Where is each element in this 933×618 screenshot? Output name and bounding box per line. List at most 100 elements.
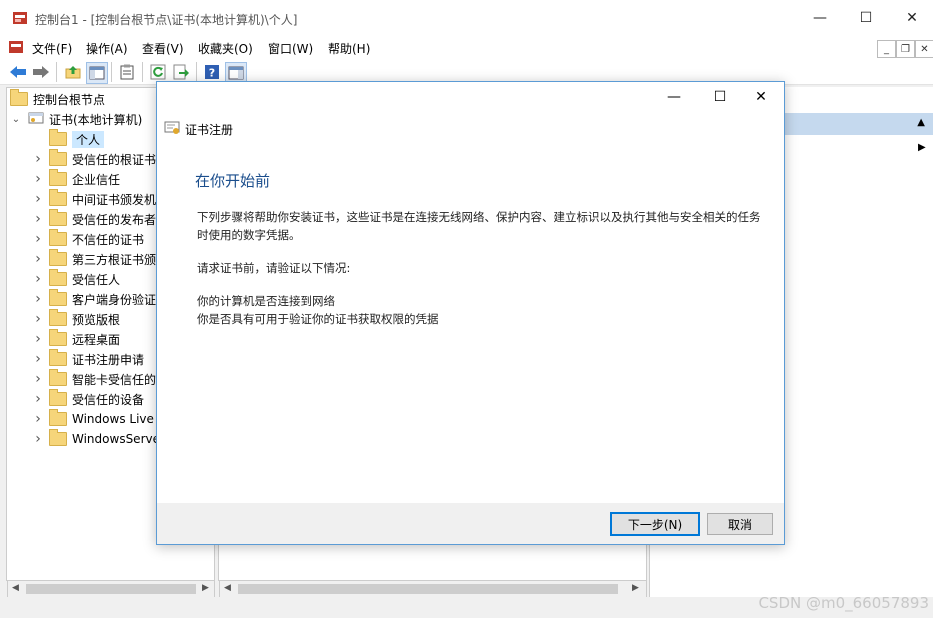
cancel-button[interactable]: 取消: [707, 513, 773, 535]
mdi-close-button[interactable]: ✕: [915, 40, 933, 58]
tree-node[interactable]: › 预览版根: [32, 309, 168, 329]
dialog-title: 证书注册: [185, 123, 234, 137]
dialog-close-button[interactable]: ✕: [741, 84, 781, 110]
certificate-store-icon: [28, 111, 44, 128]
tree-node-label: 个人: [72, 130, 105, 148]
toolbar-separator: [56, 62, 57, 82]
properties-button[interactable]: [117, 62, 137, 82]
prerequisite-credentials: 你是否具有可用于验证你的证书获取权限的凭据: [197, 312, 439, 326]
tree-node[interactable]: › 客户端身份验证颁: [32, 289, 168, 309]
scroll-right-icon[interactable]: ▶: [632, 583, 639, 593]
expand-right-icon[interactable]: ▶: [918, 142, 926, 153]
chevron-right-icon[interactable]: ›: [32, 231, 44, 247]
tree-node-label: 客户端身份验证颁: [72, 292, 169, 307]
toolbar-separator: [111, 62, 112, 82]
tree-node[interactable]: 个人: [32, 129, 168, 149]
tree-node[interactable]: › 证书注册申请: [32, 349, 168, 369]
tree-node-label: 受信任人: [72, 272, 121, 287]
tree-node[interactable]: › 不信任的证书: [32, 229, 168, 249]
show-hide-action-pane-icon: [228, 66, 244, 80]
folder-icon: [49, 149, 67, 166]
dialog-maximize-button[interactable]: ☐: [697, 84, 743, 110]
help-button[interactable]: ?: [202, 62, 222, 82]
minimize-icon: _: [884, 43, 889, 55]
menu-file[interactable]: 文件(F): [32, 40, 72, 57]
forward-button[interactable]: [31, 62, 51, 82]
chevron-right-icon[interactable]: ›: [32, 391, 44, 407]
tree-node-label: 不信任的证书: [72, 232, 145, 247]
close-icon: ✕: [920, 43, 929, 55]
tree-node[interactable]: › 中间证书颁发机构: [32, 189, 168, 209]
chevron-right-icon[interactable]: ›: [32, 331, 44, 347]
next-button[interactable]: 下一步(N): [610, 512, 700, 536]
up-one-level-button[interactable]: [63, 62, 83, 82]
tree-node[interactable]: › 第三方根证书颁发: [32, 249, 168, 269]
back-button[interactable]: [8, 62, 28, 82]
chevron-right-icon[interactable]: ›: [32, 311, 44, 327]
certificate-enrollment-dialog: — ☐ ✕ 证书注册 在你开始前 下列步骤将帮助你安装证书，这些证书是在连接无线…: [156, 81, 785, 545]
tree-node[interactable]: › WindowsServe: [32, 429, 168, 449]
close-icon: ✕: [906, 10, 918, 26]
tree-node-label: 受信任的设备: [72, 392, 145, 407]
chevron-right-icon[interactable]: ›: [32, 191, 44, 207]
tree-node-label: WindowsServe: [72, 432, 160, 446]
menu-view[interactable]: 查看(V): [142, 40, 184, 57]
chevron-right-icon[interactable]: ›: [32, 251, 44, 267]
maximize-button[interactable]: ☐: [843, 0, 889, 36]
tree-node[interactable]: › Windows Live I: [32, 409, 168, 429]
chevron-right-icon[interactable]: ›: [32, 271, 44, 287]
dialog-minimize-button[interactable]: —: [651, 84, 697, 110]
tree-node-label: 证书(本地计算机): [49, 112, 143, 127]
tree-node[interactable]: › 智能卡受信任的根: [32, 369, 168, 389]
tree-node[interactable]: › 受信任的设备: [32, 389, 168, 409]
tree-node[interactable]: › 受信任人: [32, 269, 168, 289]
menu-action[interactable]: 操作(A): [86, 40, 128, 57]
menu-window[interactable]: 窗口(W): [268, 40, 313, 57]
chevron-right-icon[interactable]: ›: [32, 171, 44, 187]
chevron-right-icon[interactable]: ›: [32, 291, 44, 307]
chevron-right-icon[interactable]: ›: [32, 351, 44, 367]
menu-help[interactable]: 帮助(H): [328, 40, 370, 57]
scroll-thumb[interactable]: [26, 584, 196, 594]
tree-node-label: 预览版根: [72, 312, 121, 327]
folder-icon: [49, 129, 67, 146]
menu-favorites[interactable]: 收藏夹(O): [198, 40, 253, 57]
tree-node[interactable]: › 企业信任: [32, 169, 168, 189]
mdi-minimize-button[interactable]: _: [877, 40, 896, 58]
close-button[interactable]: ✕: [889, 0, 933, 36]
tree-node[interactable]: › 远程桌面: [32, 329, 168, 349]
chevron-right-icon[interactable]: ›: [32, 411, 44, 427]
mmc-app-icon[interactable]: [12, 10, 28, 26]
window-title: 控制台1 - [控制台根节点\证书(本地计算机)\个人]: [35, 13, 298, 27]
document-icon[interactable]: [8, 39, 24, 55]
scroll-left-icon[interactable]: ◀: [12, 583, 19, 593]
tree-node-console-root[interactable]: 控制台根节点: [10, 89, 168, 109]
tree-node-certificates-local[interactable]: ⌄ 证书(本地计算机): [10, 109, 168, 129]
actions-header[interactable]: ▲: [785, 113, 933, 135]
folder-icon: [10, 89, 28, 106]
chevron-right-icon[interactable]: ›: [32, 211, 44, 227]
folder-icon: [49, 369, 67, 386]
tree-node[interactable]: › 受信任的根证书颁: [32, 149, 168, 169]
chevron-right-icon[interactable]: ›: [32, 151, 44, 167]
restore-icon: ❐: [901, 43, 910, 55]
tree-node[interactable]: › 受信任的发布者: [32, 209, 168, 229]
show-hide-tree-button[interactable]: [86, 62, 108, 84]
mdi-restore-button[interactable]: ❐: [896, 40, 915, 58]
chevron-down-icon[interactable]: ⌄: [10, 114, 22, 125]
maximize-icon: ☐: [713, 89, 727, 105]
folder-icon: [49, 429, 67, 446]
tree-node-label: 智能卡受信任的根: [72, 372, 169, 387]
minimize-icon: —: [813, 10, 827, 26]
minimize-button[interactable]: —: [797, 0, 843, 36]
scroll-thumb[interactable]: [238, 584, 618, 594]
export-list-button[interactable]: [171, 62, 191, 82]
folder-icon: [49, 189, 67, 206]
scroll-right-icon[interactable]: ▶: [202, 583, 209, 593]
chevron-right-icon[interactable]: ›: [32, 431, 44, 447]
refresh-button[interactable]: [148, 62, 168, 82]
chevron-right-icon[interactable]: ›: [32, 371, 44, 387]
folder-icon: [49, 409, 67, 426]
scroll-left-icon[interactable]: ◀: [224, 583, 231, 593]
collapse-up-icon[interactable]: ▲: [917, 117, 925, 128]
